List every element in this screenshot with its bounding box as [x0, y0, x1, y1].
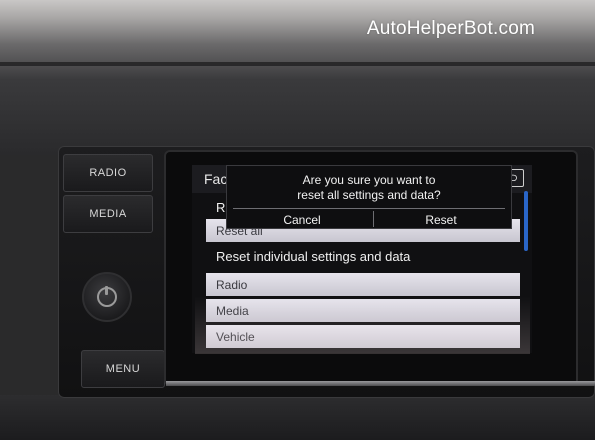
list-item-radio[interactable]: Radio	[206, 273, 520, 296]
radio-button[interactable]: RADIO	[63, 154, 153, 192]
media-button[interactable]: MEDIA	[63, 195, 153, 233]
power-volume-knob[interactable]	[82, 272, 132, 322]
section-heading-reset-individual: Reset individual settings and data	[206, 245, 520, 268]
chrome-trim-strip	[166, 381, 595, 386]
dashboard-seam	[0, 62, 595, 66]
confirm-reset-dialog: Are you sure you want to reset all setti…	[226, 165, 512, 229]
cancel-button[interactable]: Cancel	[233, 211, 371, 229]
list-item-label: Vehicle	[216, 329, 255, 344]
dialog-divider	[233, 208, 505, 209]
dialog-message-line-1: Are you sure you want to	[302, 173, 436, 187]
list-item-label: Radio	[216, 277, 248, 292]
list-item-media[interactable]: Media	[206, 299, 520, 322]
list-item-label: Media	[216, 303, 249, 318]
list-item-label: R	[216, 200, 226, 215]
power-icon	[97, 286, 117, 307]
watermark: AutoHelperBot.com	[366, 18, 535, 39]
scrollbar[interactable]	[524, 191, 528, 251]
dialog-message-line-2: reset all settings and data?	[297, 188, 441, 202]
dashboard-bottom-surface	[0, 395, 595, 440]
dashboard-top-surface	[0, 0, 595, 80]
reset-button[interactable]: Reset	[375, 211, 507, 229]
dialog-message: Are you sure you want to reset all setti…	[227, 173, 511, 203]
page-title: Fac	[204, 171, 228, 187]
list-item-vehicle[interactable]: Vehicle	[206, 325, 520, 348]
section-heading-label: Reset individual settings and data	[216, 249, 411, 264]
dialog-button-divider	[373, 211, 374, 227]
menu-button[interactable]: MENU	[81, 350, 165, 388]
dashboard-middle-surface	[0, 80, 595, 155]
